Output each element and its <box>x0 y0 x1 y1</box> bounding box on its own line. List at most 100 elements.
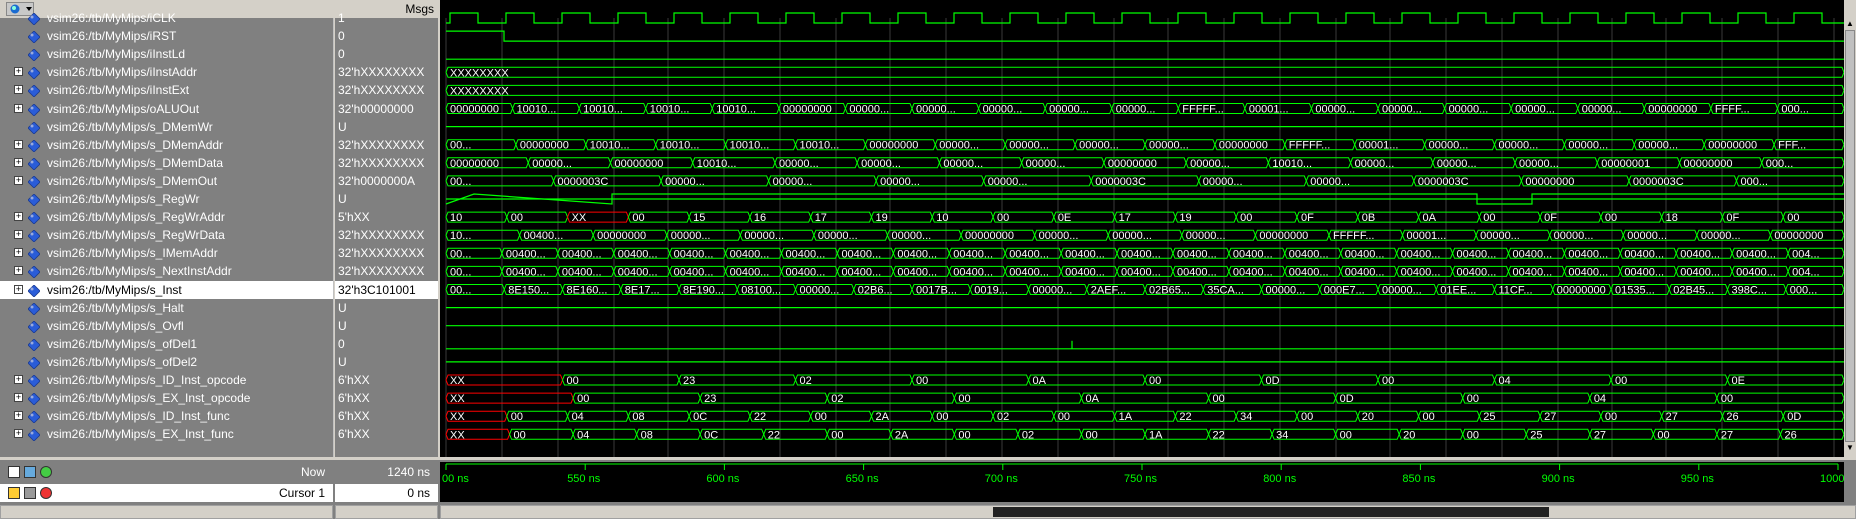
bus-label: 00400... <box>524 230 564 242</box>
bus-label: 19 <box>1179 212 1191 224</box>
waveform-canvas[interactable]: XXXXXXXXXXXXXXXX00000000 10010... 10010...… <box>440 0 1845 457</box>
signal-row[interactable]: + vsim26:/tb/MyMips/s_EX_Inst_opcode <box>0 389 333 407</box>
signal-name: vsim26:/tb/MyMips/s_EX_Inst_opcode <box>47 391 251 406</box>
bus-label: FFFFF... <box>1289 140 1331 152</box>
bus-label: 00000000 <box>1219 140 1268 152</box>
add-cursor-icon[interactable] <box>40 466 52 478</box>
bus-label: 00 <box>1058 411 1070 423</box>
scroll-thumb[interactable] <box>1845 30 1855 442</box>
signal-row[interactable]: + vsim26:/tb/MyMips/s_RegWrData <box>0 226 333 244</box>
signal-name: vsim26:/tb/MyMips/s_RegWrAddr <box>47 210 225 225</box>
expand-icon[interactable]: + <box>14 266 23 276</box>
signal-value: 32'hXXXXXXXX <box>335 226 438 244</box>
signal-row[interactable]: + vsim26:/tb/MyMips/s_DMemAddr <box>0 136 333 154</box>
signal-row[interactable]: + vsim26:/tb/MyMips/s_NextInstAddr <box>0 262 333 280</box>
expand-icon[interactable]: + <box>14 429 23 439</box>
signal-value-text: U <box>338 318 347 333</box>
bus-label: 00400... <box>1624 266 1664 278</box>
bus-label: 00000... <box>665 176 705 188</box>
bus-segment <box>1377 374 1496 386</box>
expand-icon[interactable]: + <box>14 212 23 222</box>
bus-label: 00000... <box>532 158 572 170</box>
bus-segment <box>1589 392 1718 404</box>
bus-label: 00000... <box>943 158 983 170</box>
signal-value: 5'hXX <box>335 208 438 226</box>
signal-value-text: 5'hXX <box>338 210 370 225</box>
expand-icon[interactable]: + <box>14 230 23 240</box>
signal-row[interactable]: + vsim26:/tb/MyMips/iInstExt <box>0 81 333 99</box>
expand-icon[interactable]: + <box>14 175 23 185</box>
expand-icon[interactable]: + <box>14 103 23 113</box>
expand-icon[interactable]: + <box>14 284 23 294</box>
expand-icon[interactable]: + <box>14 67 23 77</box>
bus-label: 00000... <box>1499 140 1539 152</box>
vertical-scrollbar[interactable]: ▲ ▼ <box>1844 18 1856 458</box>
bus-label: 00000... <box>1515 104 1555 116</box>
signal-row[interactable]: vsim26:/tb/MyMips/iCLK <box>0 9 333 27</box>
wave-hscroll-thumb[interactable] <box>993 507 1549 517</box>
signal-row[interactable]: vsim26:/tb/MyMips/s_ofDel1 <box>0 335 333 353</box>
signal-row[interactable]: + vsim26:/tb/MyMips/s_EX_Inst_func <box>0 425 333 443</box>
scalar-waveform <box>446 30 1844 42</box>
signal-row[interactable]: + vsim26:/tb/MyMips/oALUOut <box>0 100 333 118</box>
expand-icon[interactable]: + <box>14 139 23 149</box>
bus-label: 00... <box>450 266 471 278</box>
expand-icon[interactable]: + <box>14 411 23 421</box>
signal-row[interactable]: + vsim26:/tb/MyMips/s_ID_Inst_func <box>0 407 333 425</box>
add-wave-icon[interactable] <box>24 466 36 478</box>
signal-value: U <box>335 317 438 335</box>
values-hscroll[interactable] <box>335 505 438 519</box>
bus-label: 0000003C <box>558 176 609 188</box>
signal-row[interactable]: + vsim26:/tb/MyMips/s_IMemAddr <box>0 244 333 262</box>
expand-icon[interactable]: + <box>14 248 23 258</box>
bus-label: 0A <box>1085 393 1099 405</box>
signal-row[interactable]: + vsim26:/tb/MyMips/s_ID_Inst_opcode <box>0 371 333 389</box>
signal-values-pane[interactable]: 1 0 0 32'hXXXXXXXX 32'hXXXXXXXX 32'h00000000 U… <box>335 11 438 457</box>
signal-row[interactable]: vsim26:/tb/MyMips/s_RegWr <box>0 190 333 208</box>
bus-label: 00000000 <box>520 140 569 152</box>
bus-label: 00 <box>1605 411 1617 423</box>
bus-label: 10010... <box>660 140 700 152</box>
signal-value-text: U <box>338 300 347 315</box>
bus-label: 04 <box>577 429 589 441</box>
bus-label: 00400... <box>506 248 546 260</box>
signal-row[interactable]: + vsim26:/tb/MyMips/s_RegWrAddr <box>0 208 333 226</box>
bus-label: 00400... <box>674 248 714 260</box>
waveform-pane[interactable]: XXXXXXXX XXXXXXXX 00000000 10010... 10010...… <box>440 0 1845 457</box>
bus-label: 00... <box>450 140 471 152</box>
signal-row[interactable]: + vsim26:/tb/MyMips/s_DMemOut <box>0 172 333 190</box>
bus-label: 00 <box>815 411 827 423</box>
lock-cursor-icon[interactable] <box>8 487 20 499</box>
bus-signal-icon <box>27 175 41 189</box>
signal-row[interactable]: + vsim26:/tb/MyMips/s_Inst <box>0 280 333 299</box>
expand-icon[interactable]: + <box>14 157 23 167</box>
edit-cursor-icon[interactable] <box>24 487 36 499</box>
signal-row[interactable]: vsim26:/tb/MyMips/iInstLd <box>0 45 333 63</box>
names-hscroll[interactable] <box>0 505 333 519</box>
wave-hscroll[interactable] <box>440 505 1856 519</box>
bus-label: XX <box>450 375 465 387</box>
scroll-down-arrow[interactable]: ▼ <box>1844 442 1856 454</box>
expand-icon[interactable]: + <box>14 375 23 384</box>
delete-cursor-icon[interactable] <box>40 487 52 499</box>
signal-row[interactable]: + vsim26:/tb/MyMips/s_DMemData <box>0 154 333 172</box>
signal-row[interactable]: + vsim26:/tb/MyMips/iInstAddr <box>0 63 333 81</box>
signal-row[interactable]: vsim26:/tb/MyMips/s_DMemWr <box>0 118 333 136</box>
bus-label: 00000000 <box>450 158 499 170</box>
signal-row[interactable]: vsim26:/tb/MyMips/s_Ovfl <box>0 317 333 335</box>
expand-icon[interactable]: + <box>14 85 23 95</box>
signal-row[interactable]: vsim26:/tb/MyMips/s_Halt <box>0 299 333 317</box>
signal-row[interactable]: vsim26:/tb/MyMips/s_ofDel2 <box>0 353 333 371</box>
bus-label: 00400... <box>1065 266 1105 278</box>
scroll-up-arrow[interactable]: ▲ <box>1844 18 1856 30</box>
bus-label: 00400... <box>618 266 658 278</box>
bus-label: 00000... <box>1519 158 1559 170</box>
signal-value: 6'hXX <box>335 371 438 389</box>
bus-label: 00000... <box>1079 140 1119 152</box>
signal-names-pane[interactable]: vsim26:/tb/MyMips/iCLK vsim26:/tb/MyMips/… <box>0 11 334 457</box>
bus-segment <box>826 392 955 404</box>
expand-icon[interactable]: + <box>14 393 23 403</box>
zoom-icon[interactable] <box>8 466 20 478</box>
signal-row[interactable]: vsim26:/tb/MyMips/iRST <box>0 27 333 45</box>
bus-label: 00001... <box>1359 140 1399 152</box>
